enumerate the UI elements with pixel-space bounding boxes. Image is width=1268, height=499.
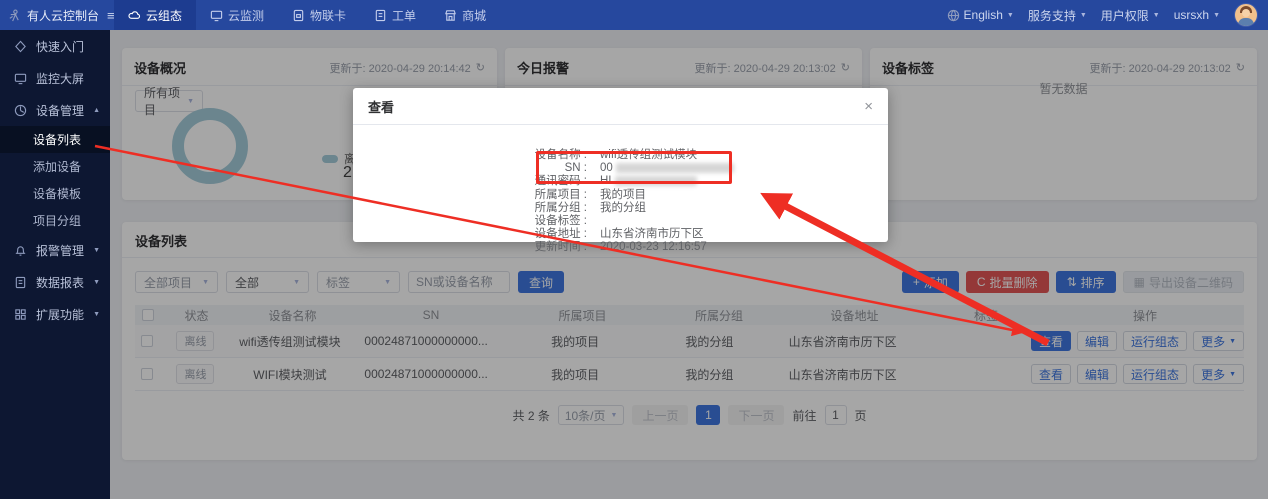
- tab-mall[interactable]: 商城: [430, 0, 500, 30]
- store-icon: [444, 9, 457, 22]
- topbar: 有人云控制台 ≡ 云组态 云监测 物联卡 工单 商城: [0, 0, 1268, 30]
- device-gauge-icon: [14, 104, 27, 117]
- brand: 有人云控制台 ≡: [0, 7, 110, 24]
- permissions-dropdown[interactable]: 用户权限 ▼: [1101, 7, 1160, 24]
- app-root: 有人云控制台 ≡ 云组态 云监测 物联卡 工单 商城: [0, 0, 1268, 499]
- cloud-icon: [128, 9, 141, 22]
- sidebar-item-quickstart[interactable]: 快速入门: [0, 30, 110, 62]
- sidebar-item-data-report[interactable]: 数据报表 ▼: [0, 266, 110, 298]
- report-icon: [14, 276, 27, 289]
- chevron-down-icon: ▼: [93, 279, 100, 286]
- topbar-right: English ▼ 服务支持 ▼ 用户权限 ▼ usrsxh ▼: [947, 3, 1268, 27]
- field-update-time: 更新时间 : 2020-03-23 12:16:57: [353, 241, 888, 254]
- chevron-down-icon: ▼: [93, 311, 100, 318]
- usr-logo-icon: [8, 9, 21, 22]
- sidebar-item-device-template[interactable]: 设备模板: [0, 180, 110, 207]
- grid-icon: [14, 308, 27, 321]
- sidebar-item-extensions[interactable]: 扩展功能 ▼: [0, 298, 110, 330]
- sidebar-item-add-device[interactable]: 添加设备: [0, 153, 110, 180]
- field-tags: 设备标签 :: [353, 215, 888, 228]
- chevron-down-icon: ▼: [93, 247, 100, 254]
- tab-cloud-monitor[interactable]: 云监测: [196, 0, 278, 30]
- field-project: 所属项目 : 我的项目: [353, 189, 888, 202]
- monitor-icon: [210, 9, 223, 22]
- bell-icon: [14, 244, 27, 257]
- annotation-highlight-box: [536, 151, 732, 184]
- chevron-down-icon: ▼: [1080, 12, 1087, 19]
- app-title: 有人云控制台: [27, 7, 99, 24]
- chevron-down-icon: ▼: [1153, 12, 1160, 19]
- field-address: 设备地址 : 山东省济南市历下区: [353, 228, 888, 241]
- tab-work-order[interactable]: 工单: [360, 0, 430, 30]
- language-dropdown[interactable]: English ▼: [947, 8, 1014, 22]
- user-dropdown[interactable]: usrsxh ▼: [1174, 8, 1220, 22]
- close-icon[interactable]: ×: [864, 99, 873, 114]
- sidebar-item-device-management[interactable]: 设备管理 ▲: [0, 94, 110, 126]
- support-dropdown[interactable]: 服务支持 ▼: [1028, 7, 1087, 24]
- chevron-down-icon: ▼: [1213, 12, 1220, 19]
- sidebar-item-alarm-management[interactable]: 报警管理 ▼: [0, 234, 110, 266]
- sidebar-item-dashboard[interactable]: 监控大屏: [0, 62, 110, 94]
- device-detail-fields: 设备名称 : wifi透传组测试模块 SN : 00 通讯密码 : HI 所属项…: [353, 125, 888, 255]
- document-icon: [374, 9, 387, 22]
- sidebar-item-project-group[interactable]: 项目分组: [0, 207, 110, 234]
- modal-title: 查看: [368, 97, 394, 116]
- sidebar: 快速入门 监控大屏 设备管理 ▲ 设备列表 添加设备 设备模板 项目分组 报警管…: [0, 30, 110, 499]
- sim-card-icon: [292, 9, 305, 22]
- chevron-up-icon: ▲: [93, 107, 100, 114]
- tab-iot-card[interactable]: 物联卡: [278, 0, 360, 30]
- field-group: 所属分组 : 我的分组: [353, 202, 888, 215]
- top-navigation: 云组态 云监测 物联卡 工单 商城: [114, 0, 500, 30]
- big-screen-icon: [14, 72, 27, 85]
- tab-cloud-config[interactable]: 云组态: [114, 0, 196, 30]
- globe-icon: [947, 9, 960, 22]
- avatar[interactable]: [1234, 3, 1258, 27]
- chevron-down-icon: ▼: [1007, 12, 1014, 19]
- compass-icon: [14, 40, 27, 53]
- sidebar-item-device-list[interactable]: 设备列表: [0, 126, 110, 153]
